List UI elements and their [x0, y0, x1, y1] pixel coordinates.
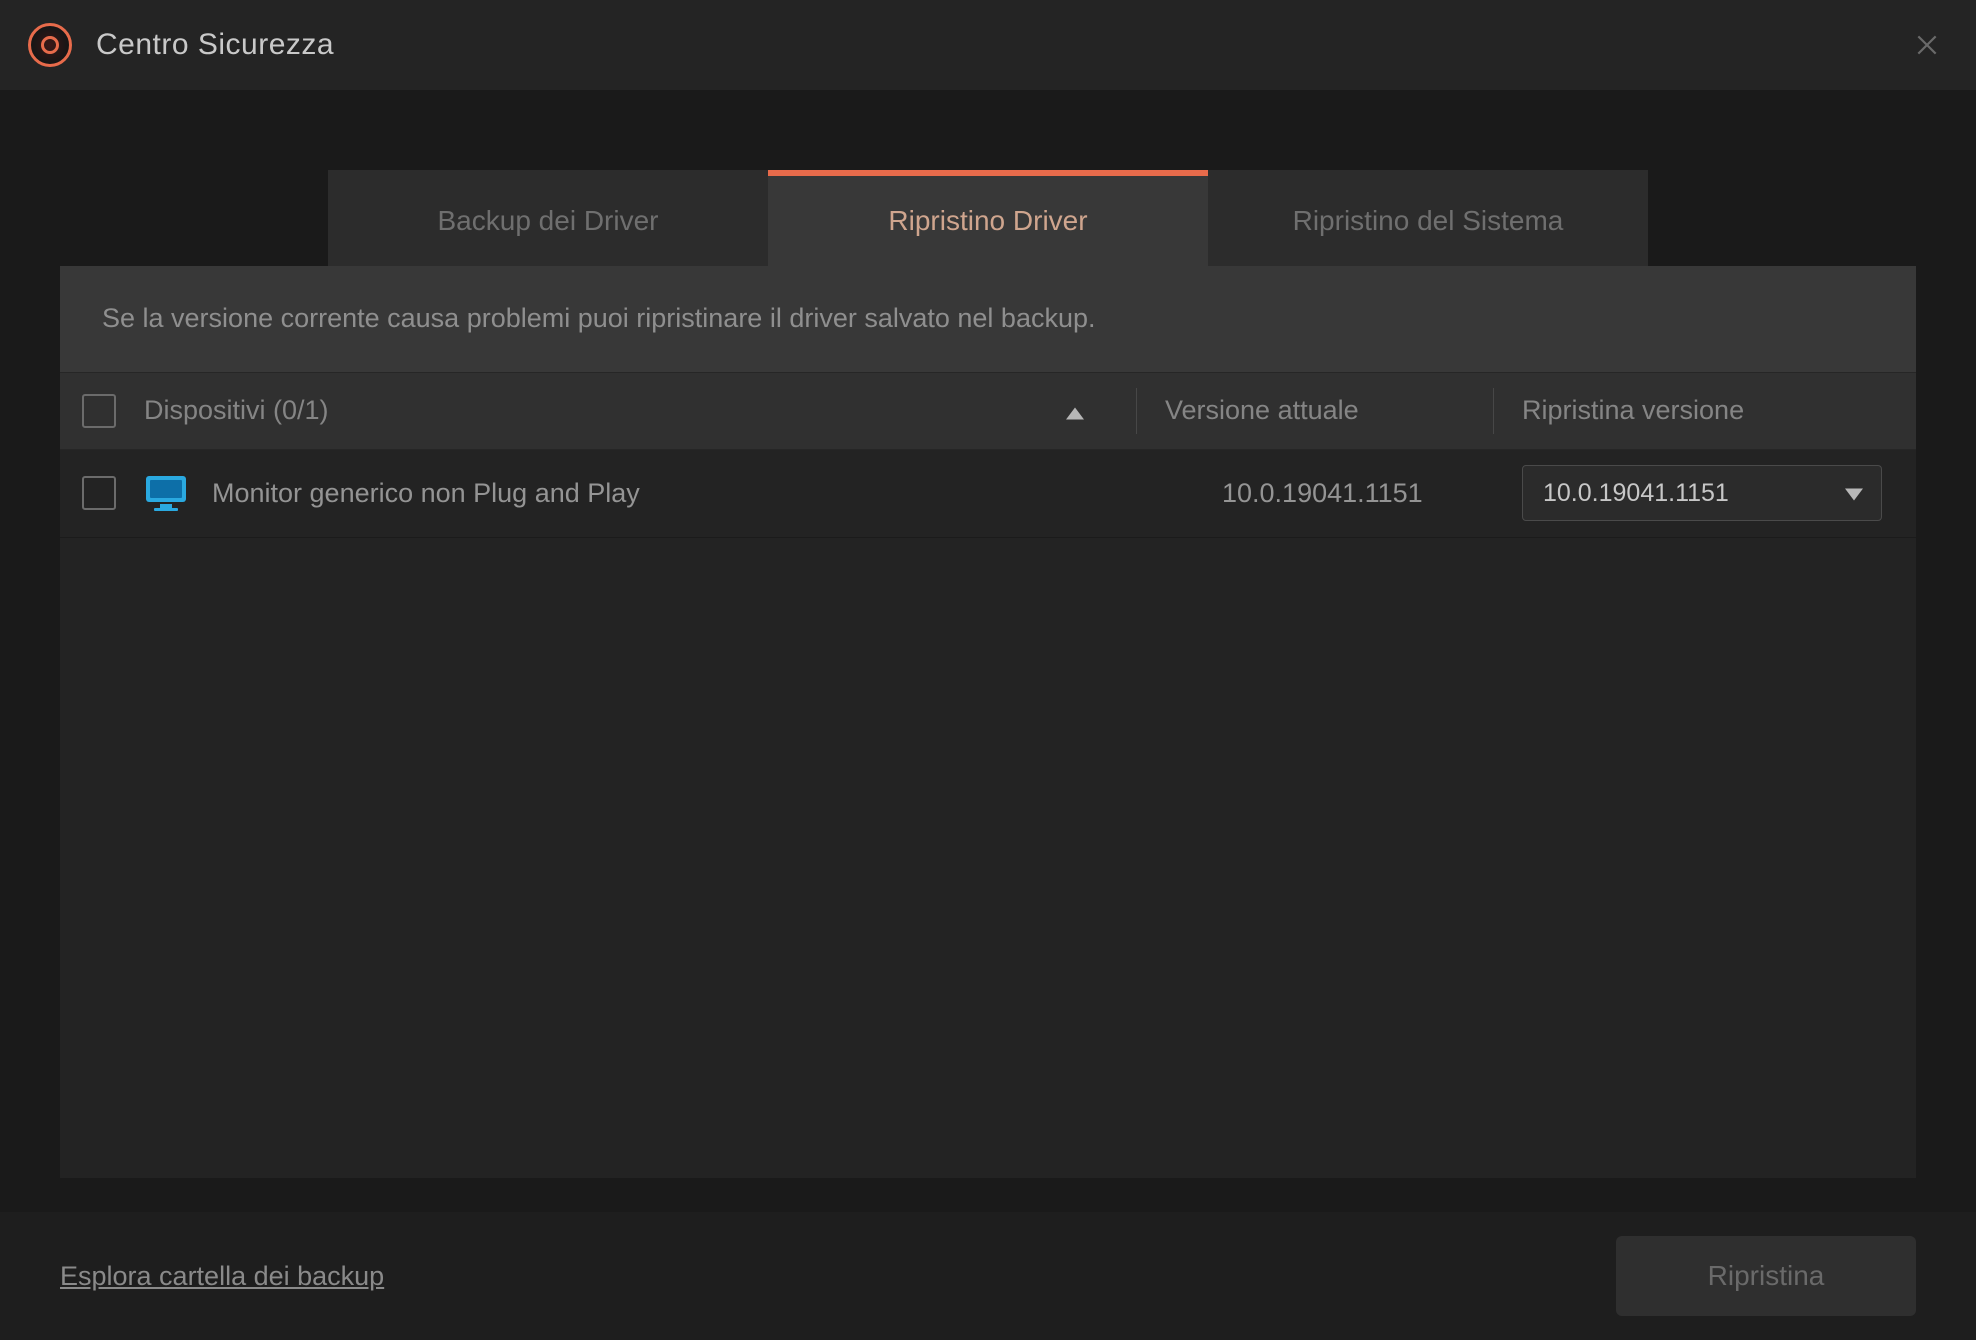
explore-backup-link[interactable]: Esplora cartella dei backup [60, 1261, 384, 1292]
column-separator [1493, 388, 1494, 434]
tab-restore-driver[interactable]: Ripristino Driver [768, 170, 1208, 266]
tab-restore-system[interactable]: Ripristino del Sistema [1208, 170, 1648, 266]
column-current-label: Versione attuale [1165, 395, 1359, 425]
tab-label: Backup dei Driver [438, 205, 659, 237]
content-area: Backup dei Driver Ripristino Driver Ripr… [0, 90, 1976, 1212]
title-bar: Centro Sicurezza [0, 0, 1976, 90]
window-title: Centro Sicurezza [96, 28, 334, 62]
column-current-version[interactable]: Versione attuale [1165, 395, 1465, 426]
restore-version-value: 10.0.19041.1151 [1543, 479, 1729, 508]
close-icon [1914, 32, 1940, 58]
device-name: Monitor generico non Plug and Play [212, 478, 1166, 509]
table-header: Dispositivi (0/1) Versione attuale Ripri… [60, 372, 1916, 450]
tab-backup-driver[interactable]: Backup dei Driver [328, 170, 768, 266]
column-restore-version[interactable]: Ripristina versione [1522, 395, 1894, 426]
panel-description: Se la versione corrente causa problemi p… [60, 266, 1916, 372]
row-checkbox[interactable] [82, 476, 116, 510]
sort-asc-icon [1066, 395, 1084, 426]
app-logo-icon [28, 23, 72, 67]
column-device-label: Dispositivi (0/1) [144, 395, 329, 425]
current-version-value: 10.0.19041.1151 [1222, 478, 1522, 509]
select-all-checkbox[interactable] [82, 394, 116, 428]
monitor-icon [144, 474, 188, 512]
restore-version-cell: 10.0.19041.1151 [1522, 465, 1894, 521]
column-device[interactable]: Dispositivi (0/1) [144, 395, 1108, 426]
chevron-down-icon [1845, 479, 1863, 508]
restore-button[interactable]: Ripristina [1616, 1236, 1916, 1316]
table-row: Monitor generico non Plug and Play 10.0.… [60, 450, 1916, 538]
table-body: Monitor generico non Plug and Play 10.0.… [60, 450, 1916, 1178]
restore-version-select[interactable]: 10.0.19041.1151 [1522, 465, 1882, 521]
restore-panel: Se la versione corrente causa problemi p… [60, 266, 1916, 1178]
column-restore-label: Ripristina versione [1522, 395, 1744, 425]
footer-bar: Esplora cartella dei backup Ripristina [0, 1212, 1976, 1340]
tab-label: Ripristino del Sistema [1293, 205, 1564, 237]
restore-button-label: Ripristina [1708, 1260, 1825, 1292]
tab-label: Ripristino Driver [888, 205, 1087, 237]
column-separator [1136, 388, 1137, 434]
close-button[interactable] [1906, 24, 1948, 66]
table-empty-space [60, 538, 1916, 1178]
tab-row: Backup dei Driver Ripristino Driver Ripr… [60, 170, 1916, 266]
